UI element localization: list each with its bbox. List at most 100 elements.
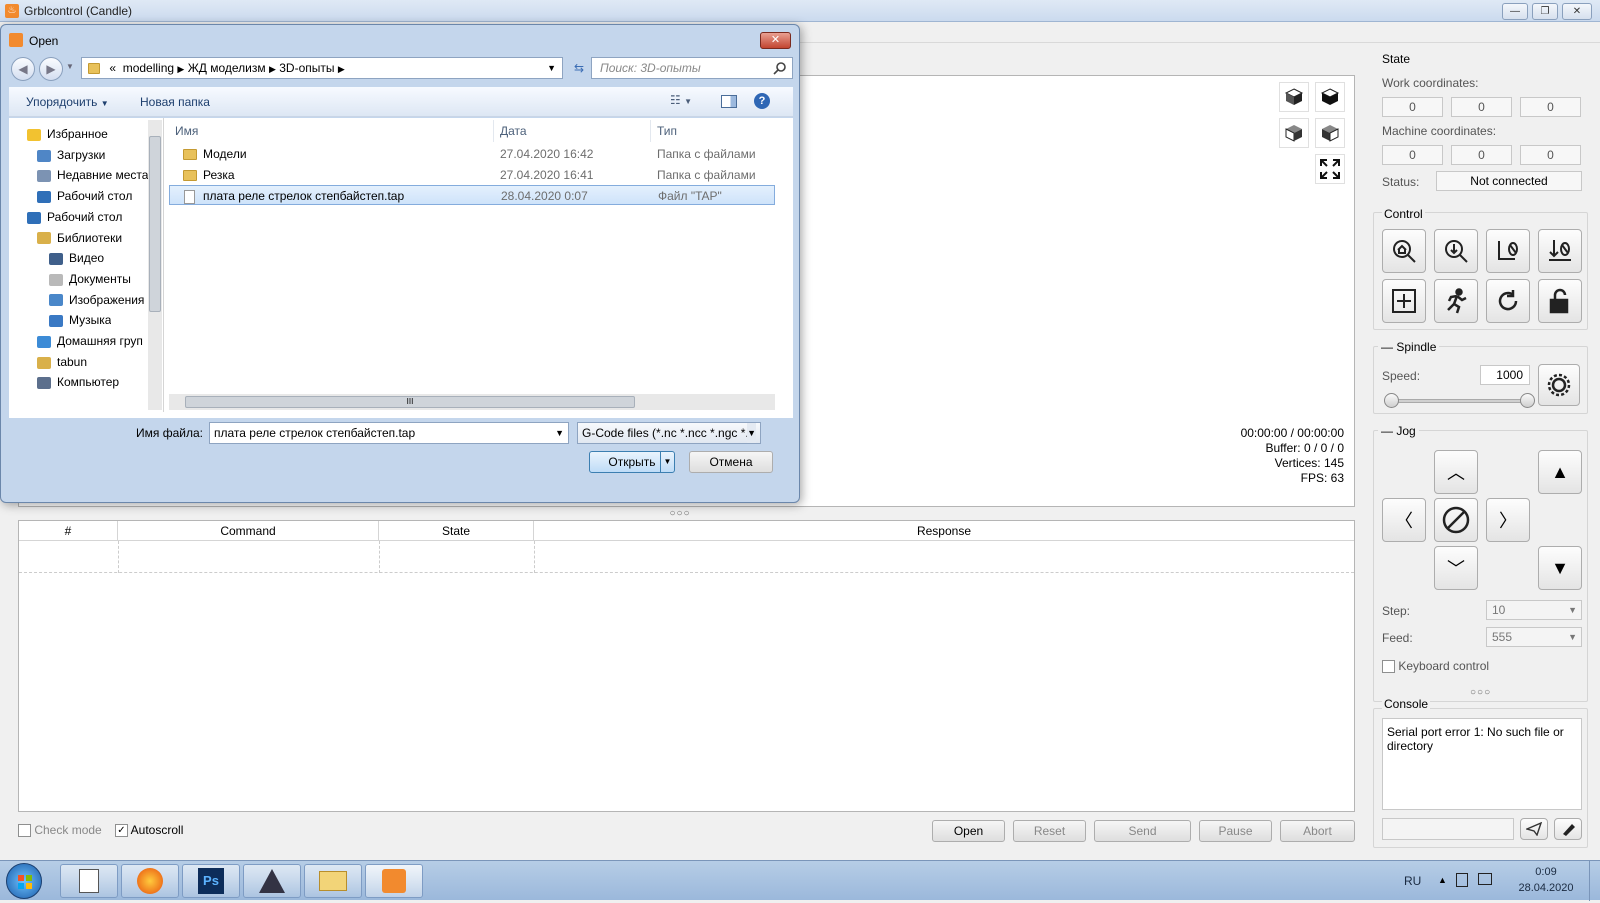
restore-origin-button[interactable] (1382, 279, 1426, 323)
filename-input[interactable]: плата реле стрелок степбайстеп.tap ▼ (209, 422, 569, 444)
nav-item[interactable]: Документы (49, 269, 131, 289)
dialog-cancel-button[interactable]: Отмена (689, 451, 773, 473)
column-header-command[interactable]: Command (118, 521, 379, 541)
nav-item[interactable]: Изображения (49, 290, 144, 310)
explorer-taskbar-item[interactable] (304, 864, 362, 898)
file-row[interactable]: Модели 27.04.2020 16:42 Папка с файлами (169, 144, 775, 164)
home-button[interactable] (1382, 229, 1426, 273)
nav-item[interactable]: Загрузки (37, 145, 105, 165)
view-front-button[interactable] (1279, 118, 1309, 148)
back-button[interactable]: ◀ (11, 57, 35, 81)
console-output[interactable]: Serial port error 1: No such file or dir… (1382, 718, 1582, 810)
step-select[interactable]: 10 ▼ (1486, 600, 1582, 620)
change-view-button[interactable]: ☷ ▼ (670, 93, 708, 111)
jog-x-minus-button[interactable]: 〈 (1382, 498, 1426, 542)
file-type-select[interactable]: G-Code files (*.nc *.ncc *.ngc *. ▼ (577, 422, 761, 444)
language-indicator[interactable]: RU (1404, 874, 1421, 888)
file-row[interactable]: Резка 27.04.2020 16:41 Папка с файлами (169, 165, 775, 185)
navigation-scrollbar[interactable] (148, 120, 162, 410)
autoscroll-checkbox[interactable]: ✓ Autoscroll (115, 823, 183, 838)
search-input[interactable]: Поиск: 3D-опыты (591, 57, 793, 79)
new-folder-button[interactable]: Новая папка (140, 95, 210, 109)
forward-button[interactable]: ▶ (39, 57, 63, 81)
breadcrumb-3d-opyty[interactable]: 3D-опыты (279, 61, 334, 75)
speed-slider-min-handle[interactable] (1384, 393, 1399, 408)
nav-item[interactable]: Домашняя груп (37, 331, 143, 351)
start-button[interactable] (6, 863, 42, 899)
keyboard-control-checkbox[interactable]: Keyboard control (1382, 659, 1489, 674)
jog-z-minus-button[interactable]: ▼ (1538, 546, 1582, 590)
photoshop-taskbar-item[interactable]: Ps (182, 864, 240, 898)
jog-y-minus-button[interactable]: ﹀ (1434, 546, 1478, 590)
horizontal-scrollbar[interactable]: III (169, 394, 775, 410)
speed-slider-track[interactable] (1390, 399, 1526, 403)
column-header-name[interactable]: Имя (169, 120, 494, 142)
nav-item[interactable]: Видео (49, 248, 104, 268)
speed-slider-handle[interactable] (1520, 393, 1535, 408)
console-send-button[interactable] (1520, 818, 1548, 840)
clock-time[interactable]: 0:09 (1516, 866, 1576, 878)
file-row[interactable]: плата реле стрелок степбайстеп.tap 28.04.… (169, 185, 775, 205)
speed-input[interactable]: 1000 (1480, 365, 1530, 385)
nav-item[interactable]: Избранное (27, 124, 108, 144)
command-table[interactable]: # Command State Response (18, 520, 1355, 812)
breadcrumb-zhd-modelizm[interactable]: ЖД моделизм (188, 61, 266, 75)
jog-heading[interactable]: — Jog (1378, 424, 1419, 438)
close-button[interactable]: ✕ (1562, 3, 1592, 20)
column-header-state[interactable]: State (379, 521, 534, 541)
address-bar[interactable]: « modelling ▶ ЖД моделизм ▶ 3D-опыты ▶ ▼ (81, 57, 563, 79)
maximize-button[interactable]: ❐ (1532, 3, 1558, 20)
candle-taskbar-item[interactable] (365, 864, 423, 898)
file-list[interactable]: Имя Дата Тип Модели 27.04.2020 16:42 Папка… (169, 118, 793, 412)
pause-button[interactable]: Pause (1199, 820, 1272, 842)
breadcrumb-modelling[interactable]: modelling (123, 61, 174, 75)
cad-taskbar-item[interactable] (243, 864, 301, 898)
view-left-button[interactable] (1315, 118, 1345, 148)
jog-x-plus-button[interactable]: 〉 (1486, 498, 1530, 542)
show-hidden-icons-icon[interactable]: ▲ (1438, 875, 1447, 885)
zero-z-button[interactable] (1538, 229, 1582, 273)
panel-splitter-handle[interactable]: ○○○ (1470, 687, 1491, 698)
zero-xy-button[interactable] (1486, 229, 1530, 273)
console-clear-button[interactable] (1554, 818, 1582, 840)
nav-item[interactable]: tabun (37, 352, 87, 372)
device-tray-icon[interactable] (1456, 873, 1468, 887)
navigation-pane[interactable]: Избранное Загрузки Недавние места Рабочий с… (9, 118, 164, 412)
fit-view-button[interactable] (1315, 154, 1345, 184)
spindle-toggle-button[interactable] (1538, 364, 1580, 406)
breadcrumb-overflow[interactable]: « (109, 61, 116, 75)
scrollbar-thumb[interactable] (149, 136, 161, 312)
reset-button[interactable]: Reset (1013, 820, 1086, 842)
nav-item[interactable]: Компьютер (37, 372, 119, 392)
soft-reset-button[interactable] (1486, 279, 1530, 323)
notepad-taskbar-item[interactable] (60, 864, 118, 898)
column-header-number[interactable]: # (19, 521, 118, 541)
nav-item[interactable]: Библиотеки (37, 228, 122, 248)
help-icon[interactable]: ? (754, 93, 770, 109)
open-split-arrow-icon[interactable]: ▼ (660, 452, 674, 472)
dropdown-arrow-icon[interactable]: ▼ (555, 423, 564, 443)
abort-button[interactable]: Abort (1280, 820, 1355, 842)
jog-z-plus-button[interactable]: ▲ (1538, 450, 1582, 494)
nav-item[interactable]: Рабочий стол (37, 186, 132, 206)
jog-stop-button[interactable] (1434, 498, 1478, 542)
spindle-heading[interactable]: — Spindle (1378, 340, 1440, 354)
splitter-handle[interactable]: ○○○ (660, 508, 700, 519)
show-desktop-button[interactable] (1589, 861, 1600, 901)
unlock-button[interactable] (1538, 279, 1582, 323)
dialog-close-button[interactable]: ✕ (760, 32, 791, 49)
probe-z-button[interactable] (1434, 229, 1478, 273)
scrollbar-thumb[interactable]: III (185, 396, 635, 408)
network-tray-icon[interactable] (1478, 873, 1492, 885)
firefox-taskbar-item[interactable] (121, 864, 179, 898)
table-row[interactable] (19, 541, 1354, 573)
check-mode-checkbox[interactable]: Check mode (18, 823, 102, 838)
console-command-input[interactable] (1382, 818, 1514, 840)
column-header-date[interactable]: Дата (494, 120, 651, 142)
address-dropdown-icon[interactable]: ▼ (547, 58, 556, 78)
jog-y-plus-button[interactable]: ︿ (1434, 450, 1478, 494)
nav-item[interactable]: Рабочий стол (27, 207, 122, 227)
organize-menu[interactable]: Упорядочить ▼ (26, 95, 109, 109)
view-top-button[interactable] (1315, 82, 1345, 112)
preview-pane-icon[interactable] (721, 95, 737, 108)
